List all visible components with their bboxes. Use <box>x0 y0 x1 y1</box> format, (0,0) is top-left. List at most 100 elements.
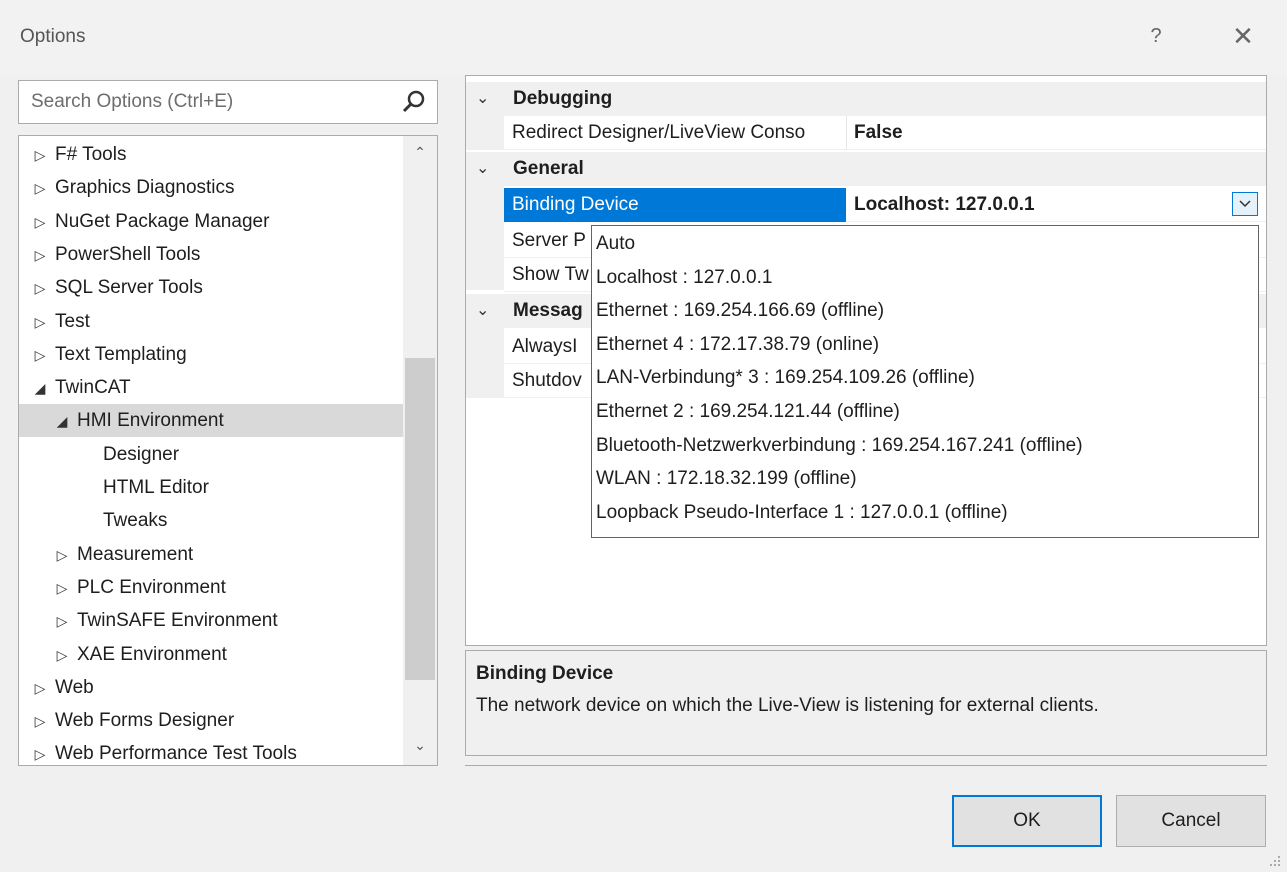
tree-item[interactable]: ▷ Web <box>19 671 413 704</box>
prop-name: Redirect Designer/LiveView Conso <box>512 122 806 143</box>
tree-item-label: NuGet Package Manager <box>55 210 270 232</box>
tree-item-label: XAE Environment <box>77 643 227 665</box>
prop-value[interactable]: False <box>854 116 903 150</box>
prop-binding-device[interactable]: Binding Device Localhost: 127.0.0.1 <box>504 188 1266 222</box>
expand-arrow-icon[interactable]: ▷ <box>29 339 51 372</box>
category-label: General <box>513 158 584 179</box>
prop-redirect-console[interactable]: Redirect Designer/LiveView Conso False <box>504 116 1266 150</box>
category-general[interactable]: ⌄ General <box>466 152 1266 186</box>
tree-item-label: Test <box>55 310 90 332</box>
row-gutter <box>466 328 504 398</box>
dropdown-option[interactable]: Ethernet 2 : 169.254.121.44 (offline) <box>596 395 900 428</box>
tree-item-label: Tweaks <box>103 510 168 532</box>
tree-item-label: SQL Server Tools <box>55 277 203 299</box>
expand-arrow-icon[interactable]: ▷ <box>29 705 51 738</box>
dropdown-option[interactable]: Ethernet : 169.254.166.69 (offline) <box>596 294 884 327</box>
tree-item-label: PowerShell Tools <box>55 243 201 265</box>
expand-arrow-icon[interactable]: ▷ <box>29 306 51 339</box>
ok-button[interactable]: OK <box>952 795 1102 847</box>
expand-arrow-icon[interactable]: ▷ <box>29 672 51 705</box>
close-button[interactable]: ✕ <box>1226 20 1260 52</box>
chevron-down-icon[interactable]: ⌄ <box>476 82 494 116</box>
tree-item[interactable]: Designer <box>19 438 437 471</box>
expand-arrow-icon[interactable]: ▷ <box>29 272 51 305</box>
tree-item[interactable]: ▷ Web Performance Test Tools <box>19 737 413 765</box>
dialog-title: Options <box>20 26 86 47</box>
category-label: Debugging <box>513 88 613 109</box>
cancel-button[interactable]: Cancel <box>1116 795 1266 847</box>
dropdown-option[interactable]: Loopback Pseudo-Interface 1 : 127.0.0.1 … <box>596 496 1008 529</box>
description-text: The network device on which the Live-Vie… <box>476 695 1099 716</box>
tree-item-label: PLC Environment <box>77 576 226 598</box>
tree-item-label: Text Templating <box>55 343 187 365</box>
tree-item-label: TwinSAFE Environment <box>77 610 278 632</box>
resize-grip-icon[interactable] <box>1266 852 1282 868</box>
expand-arrow-icon[interactable]: ▷ <box>51 639 73 672</box>
tree-item[interactable]: ▷ TwinSAFE Environment <box>19 604 435 637</box>
tree-item[interactable]: ▷ NuGet Package Manager <box>19 205 413 238</box>
tree-item-label: HTML Editor <box>103 477 209 498</box>
prop-name: Binding Device <box>504 188 846 222</box>
tree-item[interactable]: ▷ F# Tools <box>19 138 413 171</box>
description-panel: Binding Device The network device on whi… <box>465 650 1267 756</box>
expand-arrow-icon[interactable]: ▷ <box>29 239 51 272</box>
dropdown-option[interactable]: WLAN : 172.18.32.199 (offline) <box>596 462 857 495</box>
title-bar: Options ? ✕ <box>0 0 1287 75</box>
search-icon[interactable] <box>401 89 427 115</box>
tree-item[interactable]: ▷ PLC Environment <box>19 571 435 604</box>
tree-item[interactable]: ◢ HMI Environment <box>19 404 435 438</box>
expand-arrow-icon[interactable]: ▷ <box>29 738 51 765</box>
tree-item[interactable]: ◢ TwinCAT <box>19 371 413 404</box>
tree-item[interactable]: ▷ Graphics Diagnostics <box>19 171 413 204</box>
tree-item-label: Web Performance Test Tools <box>55 743 297 765</box>
dropdown-option[interactable]: Auto <box>596 227 635 260</box>
scroll-down-icon[interactable]: ⌄ <box>403 737 437 757</box>
expand-arrow-icon[interactable]: ▷ <box>51 539 73 572</box>
tree-item[interactable]: ▷ Web Forms Designer <box>19 704 413 737</box>
category-label: Messag <box>513 300 583 321</box>
help-button[interactable]: ? <box>1142 20 1170 52</box>
tree-item-label: F# Tools <box>55 144 127 165</box>
row-gutter <box>466 186 504 290</box>
expand-arrow-icon[interactable]: ▷ <box>29 139 51 172</box>
description-title: Binding Device <box>476 663 614 684</box>
tree-item[interactable]: ▷ Text Templating <box>19 338 413 371</box>
dropdown-option[interactable]: Bluetooth-Netzwerkverbindung : 169.254.1… <box>596 429 1083 462</box>
search-input[interactable] <box>29 90 393 114</box>
category-debugging[interactable]: ⌄ Debugging <box>466 82 1266 116</box>
collapse-arrow-icon[interactable]: ◢ <box>29 372 51 405</box>
search-box[interactable] <box>18 80 438 124</box>
tree-item[interactable]: ▷ PowerShell Tools <box>19 238 413 271</box>
chevron-down-icon[interactable] <box>1239 200 1251 208</box>
expand-arrow-icon[interactable]: ▷ <box>51 605 73 638</box>
dropdown-button[interactable] <box>1232 192 1258 216</box>
tree-item[interactable]: ▷ SQL Server Tools <box>19 271 413 304</box>
collapse-arrow-icon[interactable]: ◢ <box>51 405 73 438</box>
dropdown-option[interactable]: LAN-Verbindung* 3 : 169.254.109.26 (offl… <box>596 361 975 394</box>
expand-arrow-icon[interactable]: ▷ <box>29 206 51 239</box>
dropdown-option[interactable]: Localhost : 127.0.0.1 <box>596 261 772 294</box>
tree-item[interactable]: ▷ Test <box>19 305 413 338</box>
column-divider <box>846 116 847 150</box>
binding-device-dropdown[interactable]: Auto Localhost : 127.0.0.1 Ethernet : 169.… <box>591 225 1259 538</box>
options-tree[interactable]: ▷ F# Tools ▷ Graphics Diagnostics ▷ NuGet Pac… <box>18 135 438 766</box>
scroll-thumb[interactable] <box>405 358 435 680</box>
tree-item-label: Web <box>55 676 94 698</box>
dropdown-option[interactable]: Ethernet 4 : 172.17.38.79 (online) <box>596 328 879 361</box>
binding-device-value[interactable]: Localhost: 127.0.0.1 <box>854 188 1035 222</box>
tree-item[interactable]: Tweaks <box>19 504 437 537</box>
expand-arrow-icon[interactable]: ▷ <box>51 572 73 605</box>
expand-arrow-icon[interactable]: ▷ <box>29 172 51 205</box>
chevron-down-icon[interactable]: ⌄ <box>476 152 494 186</box>
tree-item-label: Measurement <box>77 543 194 565</box>
scroll-up-icon[interactable]: ⌃ <box>403 144 437 164</box>
tree-scrollbar[interactable]: ⌃ ⌄ <box>403 136 437 765</box>
tree-item[interactable]: ▷ XAE Environment <box>19 638 435 671</box>
tree-item[interactable]: HTML Editor <box>19 471 437 504</box>
tree-item-label: HMI Environment <box>77 410 224 432</box>
tree-item-label: Designer <box>103 443 180 465</box>
tree-item-label: Web Forms Designer <box>55 710 235 732</box>
chevron-down-icon[interactable]: ⌄ <box>476 294 494 328</box>
tree-item[interactable]: ▷ Measurement <box>19 538 435 571</box>
separator <box>465 765 1267 766</box>
